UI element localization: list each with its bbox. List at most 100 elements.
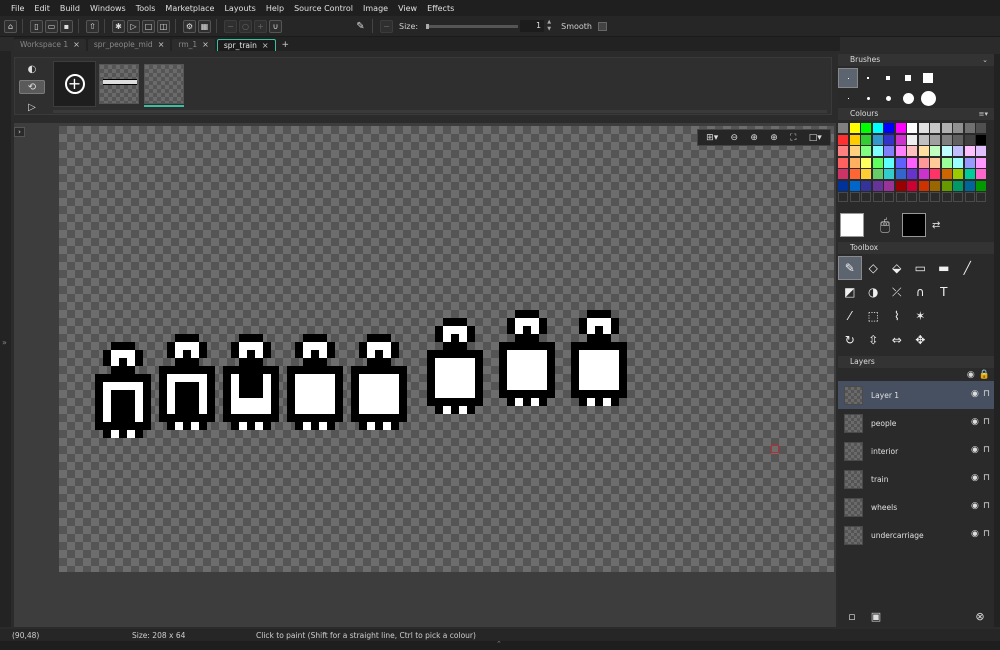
palette-swatch[interactable] xyxy=(861,123,871,133)
palette-swatch-empty[interactable] xyxy=(953,192,963,202)
palette-swatch[interactable] xyxy=(838,146,848,156)
menu-icon[interactable]: ≡▾ xyxy=(979,108,988,120)
palette-swatch[interactable] xyxy=(918,157,929,168)
home-icon[interactable]: ⌂ xyxy=(4,19,17,33)
brush-round-1[interactable] xyxy=(838,88,858,108)
save-icon[interactable]: ▪ xyxy=(60,19,73,33)
lock-icon[interactable]: ⊓ xyxy=(983,529,990,539)
palette-swatch[interactable] xyxy=(849,180,860,191)
palette-swatch[interactable] xyxy=(861,134,871,145)
menu-image[interactable]: Image xyxy=(363,4,388,13)
menu-marketplace[interactable]: Marketplace xyxy=(165,4,214,13)
play-icon[interactable]: ▷ xyxy=(19,100,45,114)
palette-swatch[interactable] xyxy=(930,169,940,179)
palette-swatch[interactable] xyxy=(976,123,986,133)
palette-swatch-empty[interactable] xyxy=(872,192,883,202)
clean-icon[interactable]: ◫ xyxy=(157,19,170,33)
palette-swatch[interactable] xyxy=(838,169,848,179)
palette-swatch-empty[interactable] xyxy=(964,192,975,202)
palette-swatch[interactable] xyxy=(907,134,917,145)
eye-icon[interactable]: ◉ xyxy=(971,445,979,455)
layer-row[interactable]: people ◉ ⊓ xyxy=(838,409,994,437)
eye-icon[interactable]: ◉ xyxy=(971,529,979,539)
lock-icon[interactable]: ⊓ xyxy=(983,473,990,483)
palette-swatch[interactable] xyxy=(976,169,986,179)
ellipse-tool-icon[interactable]: ◑ xyxy=(862,280,886,304)
palette-swatch[interactable] xyxy=(941,146,952,156)
lock-icon[interactable]: ⊓ xyxy=(983,445,990,455)
palette-swatch[interactable] xyxy=(895,180,906,191)
zoom-out-icon[interactable]: − xyxy=(224,19,237,33)
frame-thumbnail-selected[interactable] xyxy=(144,64,184,107)
size-value-field[interactable]: 1 xyxy=(520,20,545,32)
menu-build[interactable]: Build xyxy=(60,4,80,13)
palette-swatch[interactable] xyxy=(849,134,860,145)
palette-swatch-empty[interactable] xyxy=(884,192,894,202)
palette-swatch[interactable] xyxy=(884,157,894,168)
close-icon[interactable]: × xyxy=(262,40,269,52)
menu-file[interactable]: File xyxy=(11,4,24,13)
palette-swatch[interactable] xyxy=(907,146,917,156)
new-project-icon[interactable]: ▯ xyxy=(30,19,43,33)
palette-swatch[interactable] xyxy=(872,146,883,156)
palette-swatch[interactable] xyxy=(918,123,929,133)
palette-swatch[interactable] xyxy=(895,157,906,168)
palette-swatch[interactable] xyxy=(872,134,883,145)
palette-swatch[interactable] xyxy=(838,134,848,145)
zoom-reset-icon[interactable]: ○ xyxy=(239,19,252,33)
add-tab-icon[interactable]: + xyxy=(282,39,290,51)
swap-colours-icon[interactable]: ⇄ xyxy=(932,220,940,231)
eyedropper-tool-icon[interactable]: ⁄ xyxy=(838,304,862,328)
palette-swatch[interactable] xyxy=(953,123,963,133)
brush-3px[interactable] xyxy=(878,68,898,88)
palette-swatch[interactable] xyxy=(976,146,986,156)
palette-swatch-empty[interactable] xyxy=(918,192,929,202)
right-colour-swatch[interactable] xyxy=(902,213,926,237)
menu-source-control[interactable]: Source Control xyxy=(294,4,353,13)
delete-layer-icon[interactable]: ⊗ xyxy=(972,608,988,624)
palette-swatch[interactable] xyxy=(884,123,894,133)
palette-swatch[interactable] xyxy=(953,169,963,179)
brush-5px[interactable] xyxy=(918,68,938,88)
chevron-right-icon[interactable]: › xyxy=(14,127,25,137)
palette-swatch[interactable] xyxy=(976,134,986,145)
menu-windows[interactable]: Windows xyxy=(90,4,126,13)
palette-swatch[interactable] xyxy=(930,123,940,133)
run-icon[interactable]: ▷ xyxy=(127,19,140,33)
palette-swatch[interactable] xyxy=(895,146,906,156)
palette-swatch[interactable] xyxy=(872,123,883,133)
palette-swatch-empty[interactable] xyxy=(895,192,906,202)
zoom-fit-icon[interactable]: ⊕ xyxy=(770,133,778,143)
pencil-tool-icon[interactable]: ✎ xyxy=(838,256,862,280)
zoom-out-icon[interactable]: ⊖ xyxy=(731,133,739,143)
palette-swatch[interactable] xyxy=(849,157,860,168)
palette-swatch[interactable] xyxy=(907,157,917,168)
palette-swatch[interactable] xyxy=(884,134,894,145)
palette-swatch[interactable] xyxy=(941,123,952,133)
palette-swatch[interactable] xyxy=(838,123,848,133)
palette-swatch[interactable] xyxy=(918,134,929,145)
eye-icon[interactable]: ◉ xyxy=(971,389,979,399)
palette-swatch[interactable] xyxy=(918,180,929,191)
eye-icon[interactable]: ◉ xyxy=(967,370,975,380)
flip-horizontal-tool-icon[interactable]: ⇔ xyxy=(885,328,909,352)
palette-swatch[interactable] xyxy=(861,169,871,179)
chevron-up-icon[interactable]: ⌃ xyxy=(496,640,502,648)
brushes-header[interactable]: Brushes ⌄ xyxy=(838,54,994,66)
palette-swatch[interactable] xyxy=(941,134,952,145)
size-slider[interactable] xyxy=(426,23,519,29)
brush-1px[interactable] xyxy=(838,68,858,88)
background-icon[interactable]: □▾ xyxy=(809,133,822,143)
palette-swatch[interactable] xyxy=(964,134,975,145)
magic-wand-tool-icon[interactable]: ✶ xyxy=(909,304,933,328)
palette-swatch[interactable] xyxy=(964,146,975,156)
menu-layouts[interactable]: Layouts xyxy=(224,4,255,13)
layer-row[interactable]: interior ◉ ⊓ xyxy=(838,437,994,465)
bottom-dock-rail[interactable]: ⌃ xyxy=(0,640,1000,650)
palette-swatch[interactable] xyxy=(941,157,952,168)
brush-round-3[interactable] xyxy=(878,88,898,108)
eraser-tool-icon[interactable]: ◇ xyxy=(862,256,886,280)
palette-swatch[interactable] xyxy=(930,134,940,145)
layer-row[interactable]: wheels ◉ ⊓ xyxy=(838,493,994,521)
palette-swatch-empty[interactable] xyxy=(930,192,940,202)
